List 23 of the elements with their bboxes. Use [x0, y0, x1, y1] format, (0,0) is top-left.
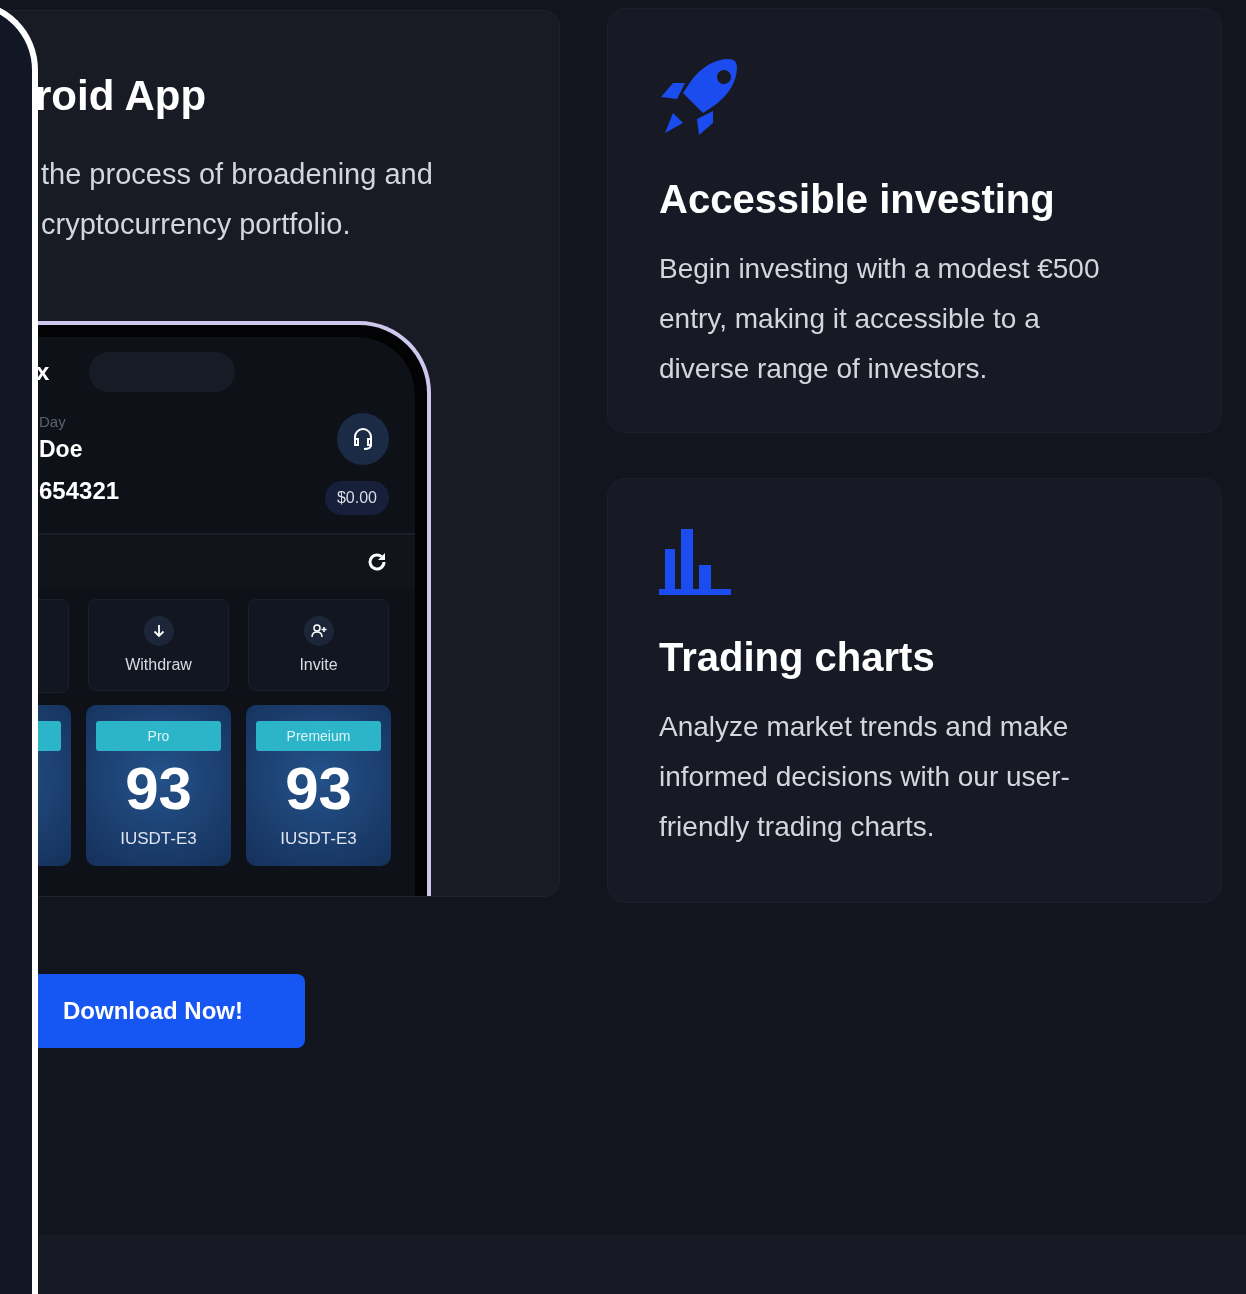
app-logo-text: x: [36, 358, 50, 387]
feature-description: Analyze market trends and make informed decisions with our user-friendly trading charts.: [659, 710, 1071, 844]
greeting-text: Day: [39, 413, 67, 431]
balance-pill[interactable]: $0.00: [324, 481, 389, 516]
action-tile[interactable]: Invite: [248, 599, 389, 692]
arrow-down-icon: [151, 624, 166, 639]
plan-value: 93: [285, 759, 352, 820]
feature-title: Accessible investing: [659, 177, 1056, 222]
person-plus-icon: [310, 624, 327, 639]
bar-chart-icon: [659, 527, 731, 595]
plan-value: 93: [125, 759, 192, 820]
plan-tag: Pro: [96, 721, 221, 752]
card-title: roid App: [35, 73, 208, 120]
plan-tag: Premeium: [256, 721, 381, 752]
feature-description: Begin investing with a modest €500 entry, making it accessible to a diverse range of investors.: [659, 252, 1101, 386]
feature-title: Trading charts: [659, 635, 936, 680]
support-button[interactable]: [337, 413, 389, 466]
plan-unit: IUSDT-E3: [280, 829, 357, 850]
user-name: Doe: [39, 436, 84, 464]
plan-unit: IUSDT-E3: [120, 829, 197, 850]
action-tile[interactable]: Withdraw: [88, 599, 229, 692]
account-number: 654321: [39, 477, 120, 506]
card-description: the process of broadening and cryptocurrency portfolio.: [41, 157, 434, 243]
